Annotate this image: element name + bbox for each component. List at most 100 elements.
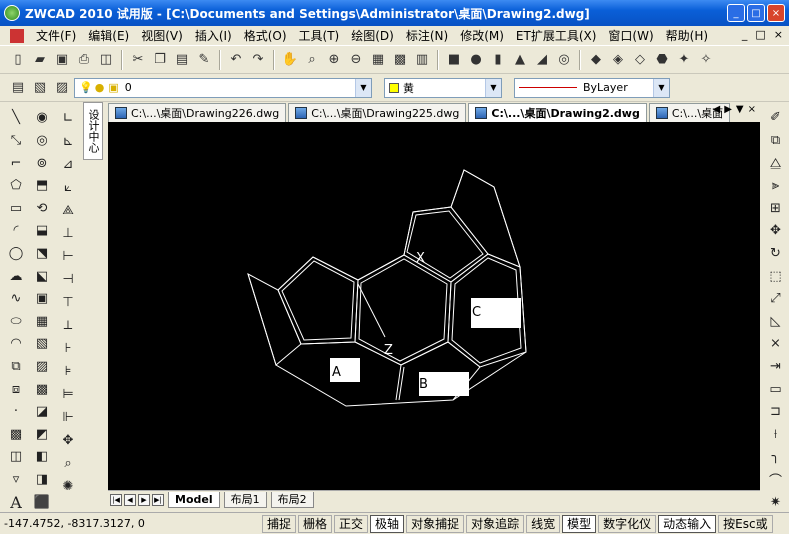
ucs-3point-icon[interactable]: ⊤ <box>58 292 78 312</box>
ucs-origin-icon[interactable]: ⊢ <box>58 246 78 266</box>
shell-icon[interactable]: ▧ <box>32 334 52 354</box>
cut-icon[interactable]: ✂ <box>128 50 148 70</box>
extrude-icon[interactable]: ⬒ <box>32 176 52 196</box>
sphere-icon[interactable]: ● <box>466 50 486 70</box>
material-icon[interactable]: ⬣ <box>652 50 672 70</box>
imprint-icon[interactable]: ◩ <box>32 425 52 445</box>
table-icon[interactable]: ▿ <box>6 470 26 490</box>
zoom-window-icon[interactable]: ⊕ <box>324 50 344 70</box>
zoom-extents-icon[interactable]: ⌕ <box>58 453 78 473</box>
osnap-toggle[interactable]: 对象捕捉 <box>406 514 465 533</box>
ucs-y-icon[interactable]: ⊦ <box>58 338 78 358</box>
menu-format[interactable]: 格式(O) <box>238 27 293 44</box>
stretch-icon[interactable]: ⤢ <box>766 289 786 309</box>
break-icon[interactable]: ▭ <box>766 379 786 399</box>
torus-icon[interactable]: ◎ <box>554 50 574 70</box>
minimize-button[interactable]: _ <box>727 4 745 22</box>
color-combo[interactable]: 黄 ▼ <box>384 77 502 98</box>
trim-icon[interactable]: ⨯ <box>766 334 786 354</box>
copy-icon[interactable]: ❐ <box>150 50 170 70</box>
slice-icon[interactable]: ⬓ <box>32 221 52 241</box>
doc-restore-button[interactable]: □ <box>755 28 765 41</box>
tab-layout2[interactable]: 布局2 <box>270 491 314 508</box>
extend-icon[interactable]: ⇥ <box>766 357 786 377</box>
lengthen-icon[interactable]: ◺ <box>766 311 786 331</box>
polyline-icon[interactable]: ⌐ <box>6 153 26 173</box>
last-tab-icon[interactable]: ▶| <box>152 493 164 506</box>
solid-box-icon[interactable]: ▣ <box>32 289 52 309</box>
undo-icon[interactable]: ↶ <box>226 50 246 70</box>
fillet-icon[interactable]: ╮ <box>766 447 786 467</box>
color-dropdown-arrow[interactable]: ▼ <box>485 78 501 97</box>
tool-palette-icon[interactable]: ▥ <box>412 50 432 70</box>
linetype-combo[interactable]: ByLayer ▼ <box>514 77 670 98</box>
ucs-named-icon[interactable]: ⊩ <box>58 407 78 427</box>
linetype-dropdown-arrow[interactable]: ▼ <box>653 78 669 97</box>
doc-close-button[interactable]: × <box>774 28 783 41</box>
menu-file[interactable]: 文件(F) <box>30 27 82 44</box>
print-icon[interactable]: ⎙ <box>74 50 94 70</box>
ucs-x-icon[interactable]: ⟂ <box>58 315 78 335</box>
offset-icon[interactable]: ⫸ <box>766 176 786 196</box>
menu-insert[interactable]: 插入(I) <box>189 27 238 44</box>
union-icon[interactable]: ◉ <box>32 108 52 128</box>
mirror-icon[interactable]: ⧋ <box>766 153 786 173</box>
construction-line-icon[interactable]: ⤡ <box>6 131 26 151</box>
spline-icon[interactable]: ∿ <box>6 289 26 309</box>
tab-scroll-left-icon[interactable]: ◀ <box>713 104 721 115</box>
close-button[interactable]: × <box>767 4 785 22</box>
polar-toggle[interactable]: 极轴 <box>370 514 405 533</box>
copy-object-icon[interactable]: ⧉ <box>766 131 786 151</box>
intersect-icon[interactable]: ⊚ <box>32 153 52 173</box>
shade-icon[interactable]: ◈ <box>608 50 628 70</box>
wedge-icon[interactable]: ◢ <box>532 50 552 70</box>
text-icon[interactable]: A <box>6 492 26 512</box>
menu-draw[interactable]: 绘图(D) <box>345 27 400 44</box>
rotate-icon[interactable]: ↻ <box>766 244 786 264</box>
scale-icon[interactable]: ⬚ <box>766 266 786 286</box>
revision-cloud-icon[interactable]: ☁ <box>6 266 26 286</box>
menu-help[interactable]: 帮助(H) <box>660 27 714 44</box>
ucs-z-icon[interactable]: ⊧ <box>58 361 78 381</box>
menu-et-tools[interactable]: ET扩展工具(X) <box>510 27 603 44</box>
revolve-icon[interactable]: ⟲ <box>32 198 52 218</box>
orbit-icon[interactable]: ✺ <box>58 476 78 496</box>
circle-icon[interactable]: ◯ <box>6 244 26 264</box>
maximize-button[interactable]: □ <box>747 4 765 22</box>
menu-tools[interactable]: 工具(T) <box>293 27 346 44</box>
zoom-previous-icon[interactable]: ⊖ <box>346 50 366 70</box>
prev-tab-icon[interactable]: ◀ <box>124 493 136 506</box>
match-properties-icon[interactable]: ✎ <box>194 50 214 70</box>
check-icon[interactable]: ◪ <box>32 402 52 422</box>
tab-model[interactable]: Model <box>168 491 220 508</box>
lineweight-toggle[interactable]: 线宽 <box>526 514 561 533</box>
polygon-icon[interactable]: ⬠ <box>6 176 26 196</box>
otrack-toggle[interactable]: 对象追踪 <box>466 514 525 533</box>
hide-icon[interactable]: ◇ <box>630 50 650 70</box>
fillet-round-icon[interactable]: ⌒ <box>766 470 786 490</box>
ellipse-arc-icon[interactable]: ◠ <box>6 334 26 354</box>
doc-tab[interactable]: C:\...\桌面\Drawing226.dwg <box>108 103 287 122</box>
face-move-icon[interactable]: ◨ <box>32 470 52 490</box>
line-icon[interactable]: ╲ <box>6 108 26 128</box>
layer-combo[interactable]: 💡 ● ▣ 0 ▼ <box>74 77 372 98</box>
ucs-view-icon[interactable]: ⊥ <box>58 223 78 243</box>
design-center-tab[interactable]: 设计中心 <box>83 102 103 160</box>
next-tab-icon[interactable]: ▶ <box>138 493 150 506</box>
erase-icon[interactable]: ✐ <box>766 108 786 128</box>
open-icon[interactable]: ▰ <box>30 50 50 70</box>
layer-manager-icon[interactable]: ▤ <box>8 78 28 98</box>
light-icon[interactable]: ✦ <box>674 50 694 70</box>
solid-edit-icon[interactable]: ▦ <box>32 311 52 331</box>
tab-list-icon[interactable]: ▼ <box>736 104 744 115</box>
save-icon[interactable]: ▣ <box>52 50 72 70</box>
ucs-world-icon[interactable]: ⊾ <box>58 131 78 151</box>
face-extrude-icon[interactable]: ◧ <box>32 447 52 467</box>
ucs-object-icon[interactable]: ⟁ <box>58 200 78 220</box>
tab-layout1[interactable]: 布局1 <box>223 491 267 508</box>
render-icon[interactable]: ◆ <box>586 50 606 70</box>
layer-dropdown-arrow[interactable]: ▼ <box>355 78 371 97</box>
point-icon[interactable]: · <box>6 402 26 422</box>
new-icon[interactable]: ▯ <box>8 50 28 70</box>
menu-window[interactable]: 窗口(W) <box>602 27 659 44</box>
